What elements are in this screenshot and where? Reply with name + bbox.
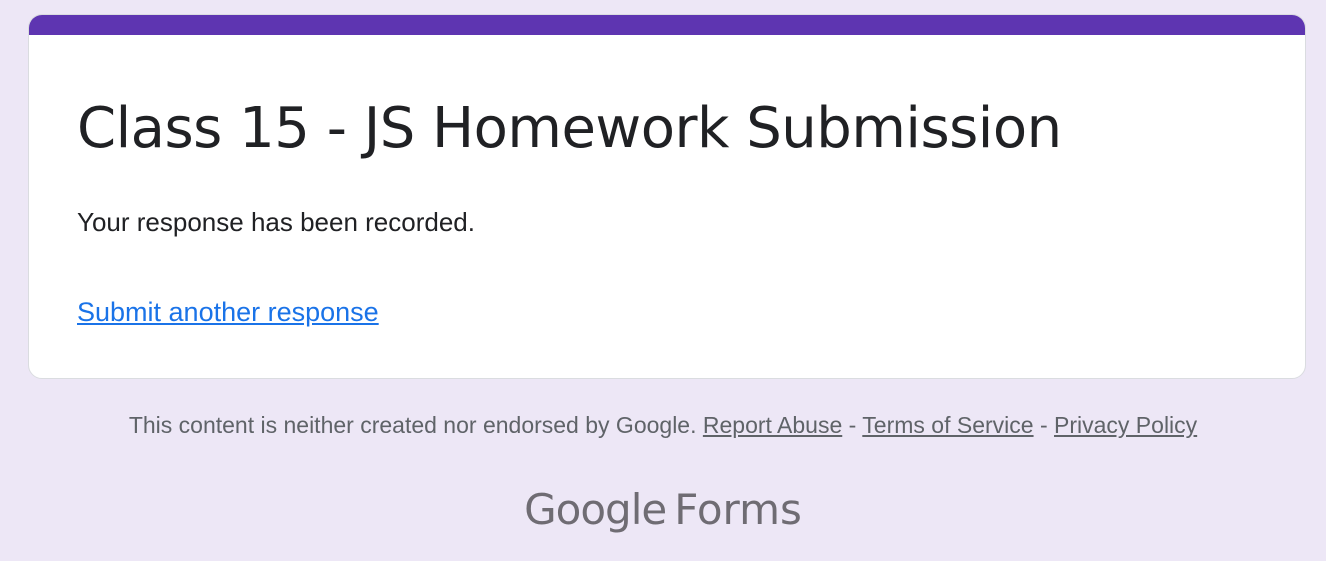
submit-another-response-link[interactable]: Submit another response (77, 294, 379, 330)
footer: This content is neither created nor endo… (0, 409, 1326, 441)
form-accent-bar (29, 15, 1305, 35)
terms-of-service-link[interactable]: Terms of Service (862, 412, 1033, 438)
form-card: Class 15 - JS Homework Submission Your r… (28, 14, 1306, 379)
footer-separator: - (1039, 412, 1048, 438)
form-title: Class 15 - JS Homework Submission (77, 96, 1062, 161)
report-abuse-link[interactable]: Report Abuse (703, 412, 842, 438)
google-wordmark: Google (524, 485, 667, 534)
confirmation-message: Your response has been recorded. (77, 207, 475, 237)
footer-disclaimer: This content is neither created nor endo… (128, 412, 697, 438)
footer-separator: - (848, 412, 857, 438)
privacy-policy-link[interactable]: Privacy Policy (1054, 412, 1197, 438)
google-forms-logo[interactable]: Google Forms (0, 482, 1326, 538)
forms-wordmark: Forms (674, 485, 802, 534)
